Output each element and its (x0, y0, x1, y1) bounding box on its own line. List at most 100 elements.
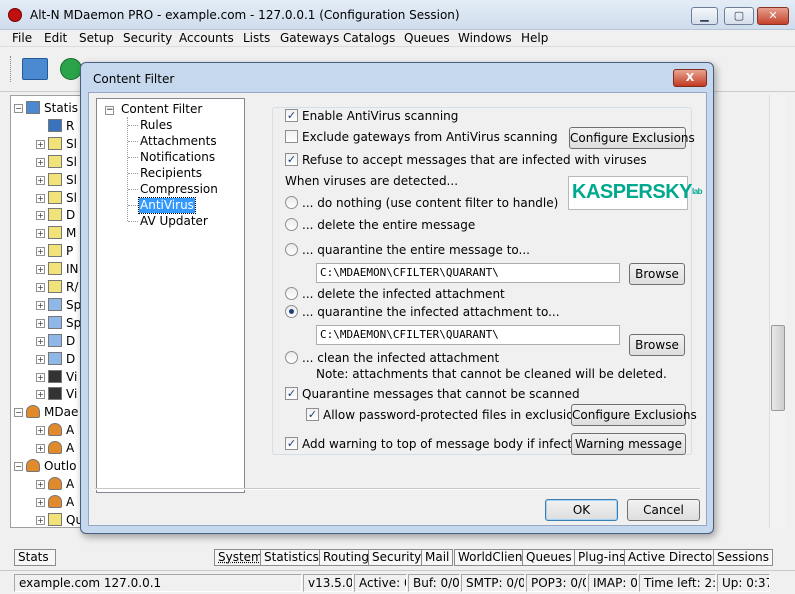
expand-icon[interactable]: + (36, 390, 45, 400)
expand-icon[interactable]: + (36, 300, 45, 310)
tab-routing[interactable]: Routing (319, 549, 374, 566)
status-bar: example.com 127.0.0.1 v13.5.0c Active: 0… (0, 570, 795, 594)
menu-lists[interactable]: Lists (243, 31, 270, 45)
close-button[interactable]: ✕ (757, 7, 789, 25)
menu-help[interactable]: Help (521, 31, 548, 45)
collapse-icon[interactable]: − (14, 104, 23, 113)
tree-connector (128, 141, 138, 142)
menu-security[interactable]: Security (123, 31, 172, 45)
menu-edit[interactable]: Edit (44, 31, 67, 45)
menu-queues[interactable]: Queues (404, 31, 450, 45)
status-uptime: Up: 0:37 (717, 574, 770, 592)
tree-node-label: IN (66, 262, 79, 277)
configure-exclusions-button-2[interactable]: Configure Exclusions (571, 404, 697, 426)
tree-item-av-updater[interactable]: AV Updater (140, 214, 208, 229)
menu-accounts[interactable]: Accounts (179, 31, 234, 45)
enable-av-label: Enable AntiVirus scanning (302, 109, 459, 123)
tree-item-recipients[interactable]: Recipients (140, 166, 202, 181)
quarantine-message-path-input[interactable]: C:\MDAEMON\CFILTER\QUARANT\ (316, 263, 620, 283)
refuse-infected-checkbox[interactable]: ✓ (285, 153, 298, 166)
browse-button-2[interactable]: Browse (629, 334, 685, 356)
expand-icon[interactable]: + (36, 157, 45, 167)
expand-icon[interactable]: + (36, 497, 45, 507)
tab-system[interactable]: System (214, 549, 267, 566)
ok-button[interactable]: OK (545, 499, 618, 521)
tree-connector (128, 221, 138, 222)
allow-password-checkbox[interactable]: ✓ (306, 408, 319, 421)
tab-mail[interactable]: Mail (421, 549, 454, 566)
expand-icon[interactable]: + (36, 211, 45, 221)
tab-worldclient[interactable]: WorldClient (454, 549, 532, 566)
expand-icon[interactable]: + (36, 265, 45, 275)
tab-queues[interactable]: Queues (522, 549, 576, 566)
kaspersky-logo-sup: lab (691, 187, 703, 196)
collapse-icon[interactable]: − (14, 462, 23, 471)
expand-icon[interactable]: + (36, 479, 45, 489)
expand-icon[interactable]: + (36, 515, 45, 525)
menu-setup[interactable]: Setup (79, 31, 114, 45)
expand-icon[interactable]: + (36, 247, 45, 257)
content-filter-dialog: Content Filter X − Content Filter Rules … (80, 62, 714, 534)
tree-node-label: Sl (66, 136, 77, 151)
tree-item-rules[interactable]: Rules (140, 118, 172, 133)
expand-icon[interactable]: + (36, 175, 45, 185)
menu-windows[interactable]: Windows (458, 31, 512, 45)
menu-catalogs[interactable]: Catalogs (343, 31, 395, 45)
stats-monitor-icon[interactable] (22, 58, 48, 80)
cancel-button[interactable]: Cancel (627, 499, 700, 521)
envelope-icon (48, 172, 62, 186)
clean-attachment-label: ... clean the infected attachment (302, 351, 500, 365)
tree-node-label: Statis (44, 101, 78, 115)
expand-icon[interactable]: + (36, 444, 45, 454)
browse-button-1[interactable]: Browse (629, 263, 685, 285)
tree-item-content-filter[interactable]: Content Filter (121, 102, 202, 117)
menu-file[interactable]: File (12, 31, 32, 45)
trash-icon (48, 315, 62, 329)
minimize-button[interactable]: ▁ (691, 7, 718, 25)
tab-stats[interactable]: Stats (14, 549, 56, 566)
main-scrollbar[interactable] (769, 95, 785, 528)
main-tree-pane[interactable]: − Statis R + Sl + Sl + Sl + Sl + D + M + P + IN + R/ + Sp + Sp + D… (10, 95, 86, 528)
expand-icon[interactable]: + (36, 193, 45, 203)
menu-gateways[interactable]: Gateways (280, 31, 339, 45)
expand-icon[interactable]: + (36, 372, 45, 382)
tab-plugins[interactable]: Plug-ins (574, 549, 630, 566)
tree-collapse-icon[interactable]: − (105, 106, 114, 115)
trash-icon (48, 351, 62, 365)
delete-message-radio[interactable] (285, 218, 298, 231)
configure-exclusions-button[interactable]: Configure Exclusions (569, 127, 695, 149)
expand-icon[interactable]: + (36, 426, 45, 436)
exclude-gateways-checkbox[interactable] (285, 130, 298, 143)
enable-av-checkbox[interactable]: ✓ (285, 109, 298, 122)
when-detected-label: When viruses are detected... (285, 174, 459, 188)
tab-sessions[interactable]: Sessions (713, 549, 774, 566)
maximize-button[interactable]: ▢ (724, 7, 754, 25)
quarantine-message-radio[interactable] (285, 243, 298, 256)
collapse-icon[interactable]: − (14, 408, 23, 418)
tree-item-notifications[interactable]: Notifications (140, 150, 215, 165)
expand-icon[interactable]: + (36, 318, 45, 328)
quarantine-unscannable-checkbox[interactable]: ✓ (285, 387, 298, 400)
expand-icon[interactable]: + (36, 336, 45, 346)
delete-attachment-radio[interactable] (285, 287, 298, 300)
tree-item-attachments[interactable]: Attachments (140, 134, 217, 149)
expand-icon[interactable]: + (36, 229, 45, 239)
envelope-icon (48, 512, 62, 526)
expand-icon[interactable]: + (36, 139, 45, 149)
scrollbar-thumb[interactable] (771, 325, 785, 411)
tree-item-compression[interactable]: Compression (140, 182, 218, 197)
tab-statistics[interactable]: Statistics (260, 549, 323, 566)
quarantine-attachment-path-input[interactable]: C:\MDAEMON\CFILTER\QUARANT\ (316, 325, 620, 345)
add-warning-checkbox[interactable]: ✓ (285, 437, 298, 450)
dialog-close-button[interactable]: X (673, 69, 707, 87)
quarantine-attachment-radio[interactable] (285, 305, 298, 318)
expand-icon[interactable]: + (36, 354, 45, 364)
globe-icon[interactable] (60, 58, 82, 80)
tree-item-antivirus[interactable]: AntiVirus (138, 197, 196, 214)
do-nothing-radio[interactable] (285, 196, 298, 209)
expand-icon[interactable]: + (36, 283, 45, 292)
tab-security[interactable]: Security (368, 549, 426, 566)
warning-message-button[interactable]: Warning message (571, 433, 686, 455)
toolbar-grip[interactable] (10, 56, 13, 82)
clean-attachment-radio[interactable] (285, 351, 298, 364)
